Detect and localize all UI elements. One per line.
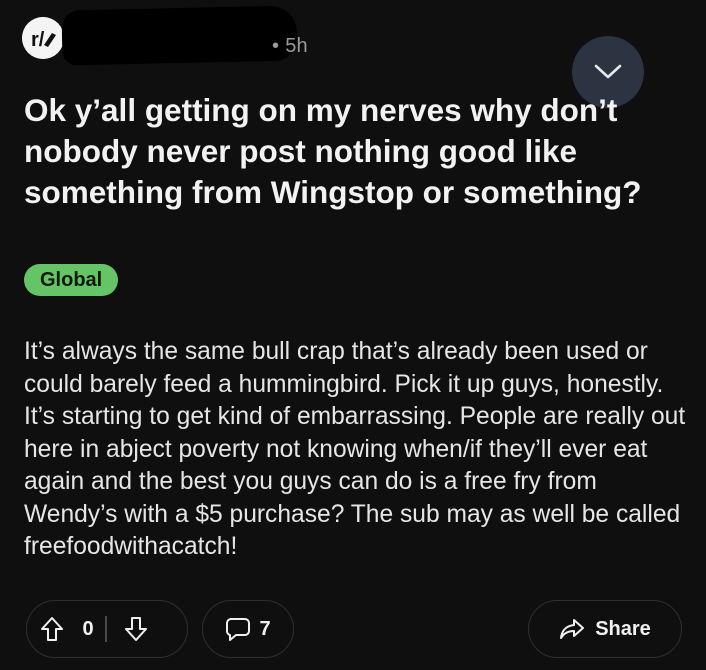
post-card: r/ • 5h Ok y’all getting on my nerves why… (0, 0, 706, 670)
post-meta: • 5h (268, 35, 308, 58)
share-button[interactable]: Share (528, 600, 682, 658)
share-label: Share (595, 617, 651, 640)
post-time: 5h (285, 35, 308, 57)
post-flair[interactable]: Global (24, 264, 119, 296)
comment-count: 7 (259, 617, 271, 640)
vote-divider (105, 616, 107, 642)
svg-text:r/: r/ (31, 29, 45, 51)
comment-bubble-icon (226, 618, 251, 641)
downvote-arrow-icon (124, 617, 147, 641)
post-body: It’s always the same bull crap that’s al… (24, 338, 686, 560)
redacted-username-overlay (61, 5, 298, 66)
post-title[interactable]: Ok y’all getting on my nerves why don’t … (24, 90, 684, 213)
meta-separator: • (272, 35, 280, 57)
chevron-down-icon (594, 64, 622, 79)
upvote-arrow-icon (41, 617, 63, 641)
upvote-button[interactable] (27, 600, 77, 658)
downvote-button[interactable] (111, 600, 161, 658)
vote-group: 0 (26, 600, 188, 658)
share-arrow-icon (560, 619, 585, 639)
vote-count: 0 (82, 617, 94, 640)
subreddit-avatar-icon[interactable]: r/ (22, 17, 64, 59)
comments-button[interactable]: 7 (202, 600, 294, 658)
